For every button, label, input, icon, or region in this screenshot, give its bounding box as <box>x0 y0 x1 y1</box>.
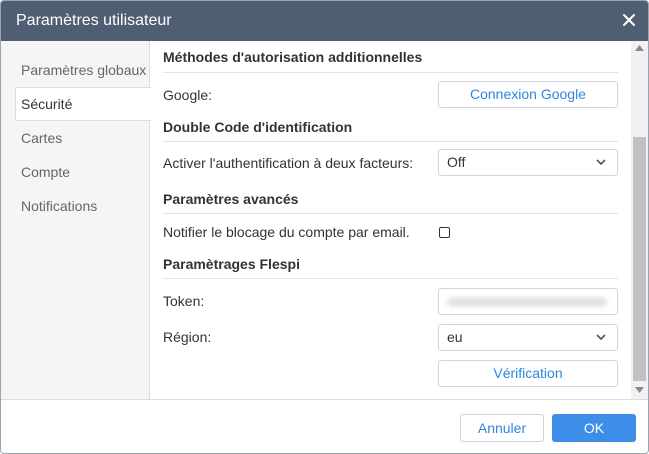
google-label: Google: <box>163 87 213 103</box>
section-divider <box>163 213 618 214</box>
region-label: Région: <box>163 329 212 345</box>
sidebar-item-maps[interactable]: Cartes <box>15 121 151 155</box>
flespi-section-title: Paramètrages Flespi <box>163 256 300 272</box>
scrollbar-thumb[interactable] <box>633 137 646 381</box>
sidebar-item-notifications[interactable]: Notifications <box>15 189 151 223</box>
verify-button[interactable]: Vérification <box>438 360 618 387</box>
twofa-label: Activer l'authentification à deux facteu… <box>163 155 414 171</box>
dialog-footer: Annuler OK <box>1 399 648 453</box>
section-divider <box>163 72 618 73</box>
advanced-section-title: Paramètres avancés <box>163 191 299 207</box>
dialog-title: Paramètres utilisateur <box>16 12 172 29</box>
token-label: Token: <box>163 293 205 309</box>
scroll-up-icon[interactable] <box>635 45 644 51</box>
auth-methods-section-title: Méthodes d'autorisation additionnelles <box>163 49 423 65</box>
chevron-down-icon <box>596 159 606 166</box>
user-settings-dialog: Paramètres utilisateur Paramètres globau… <box>0 0 649 454</box>
sidebar-item-global-settings[interactable]: Paramètres globaux <box>15 53 151 87</box>
settings-sidebar: Paramètres globaux Sécurité Cartes Compt… <box>1 41 151 399</box>
section-divider <box>163 141 618 142</box>
section-divider <box>163 278 618 279</box>
notify-block-checkbox[interactable] <box>439 227 450 238</box>
sidebar-item-security[interactable]: Sécurité <box>15 87 151 121</box>
token-input[interactable] <box>438 288 618 315</box>
chevron-down-icon <box>596 334 606 341</box>
twofa-select[interactable]: Off <box>438 149 618 176</box>
sidebar-item-account[interactable]: Compte <box>15 155 151 189</box>
scroll-down-icon[interactable] <box>635 387 644 393</box>
token-redacted-value <box>447 297 607 307</box>
twofa-section-title: Double Code d'identification <box>163 119 353 135</box>
twofa-select-value: Off <box>447 154 466 170</box>
dialog-titlebar: Paramètres utilisateur <box>1 1 648 41</box>
google-connect-button[interactable]: Connexion Google <box>438 81 618 108</box>
close-icon[interactable] <box>620 11 638 29</box>
notify-block-label: Notifier le blocage du compte par email. <box>163 224 410 240</box>
region-select[interactable]: eu <box>438 324 618 351</box>
content-scrollbar[interactable] <box>631 41 648 399</box>
cancel-button[interactable]: Annuler <box>460 414 544 442</box>
security-settings-panel: Méthodes d'autorisation additionnelles G… <box>151 41 631 399</box>
region-select-value: eu <box>447 329 463 345</box>
ok-button[interactable]: OK <box>552 414 636 442</box>
